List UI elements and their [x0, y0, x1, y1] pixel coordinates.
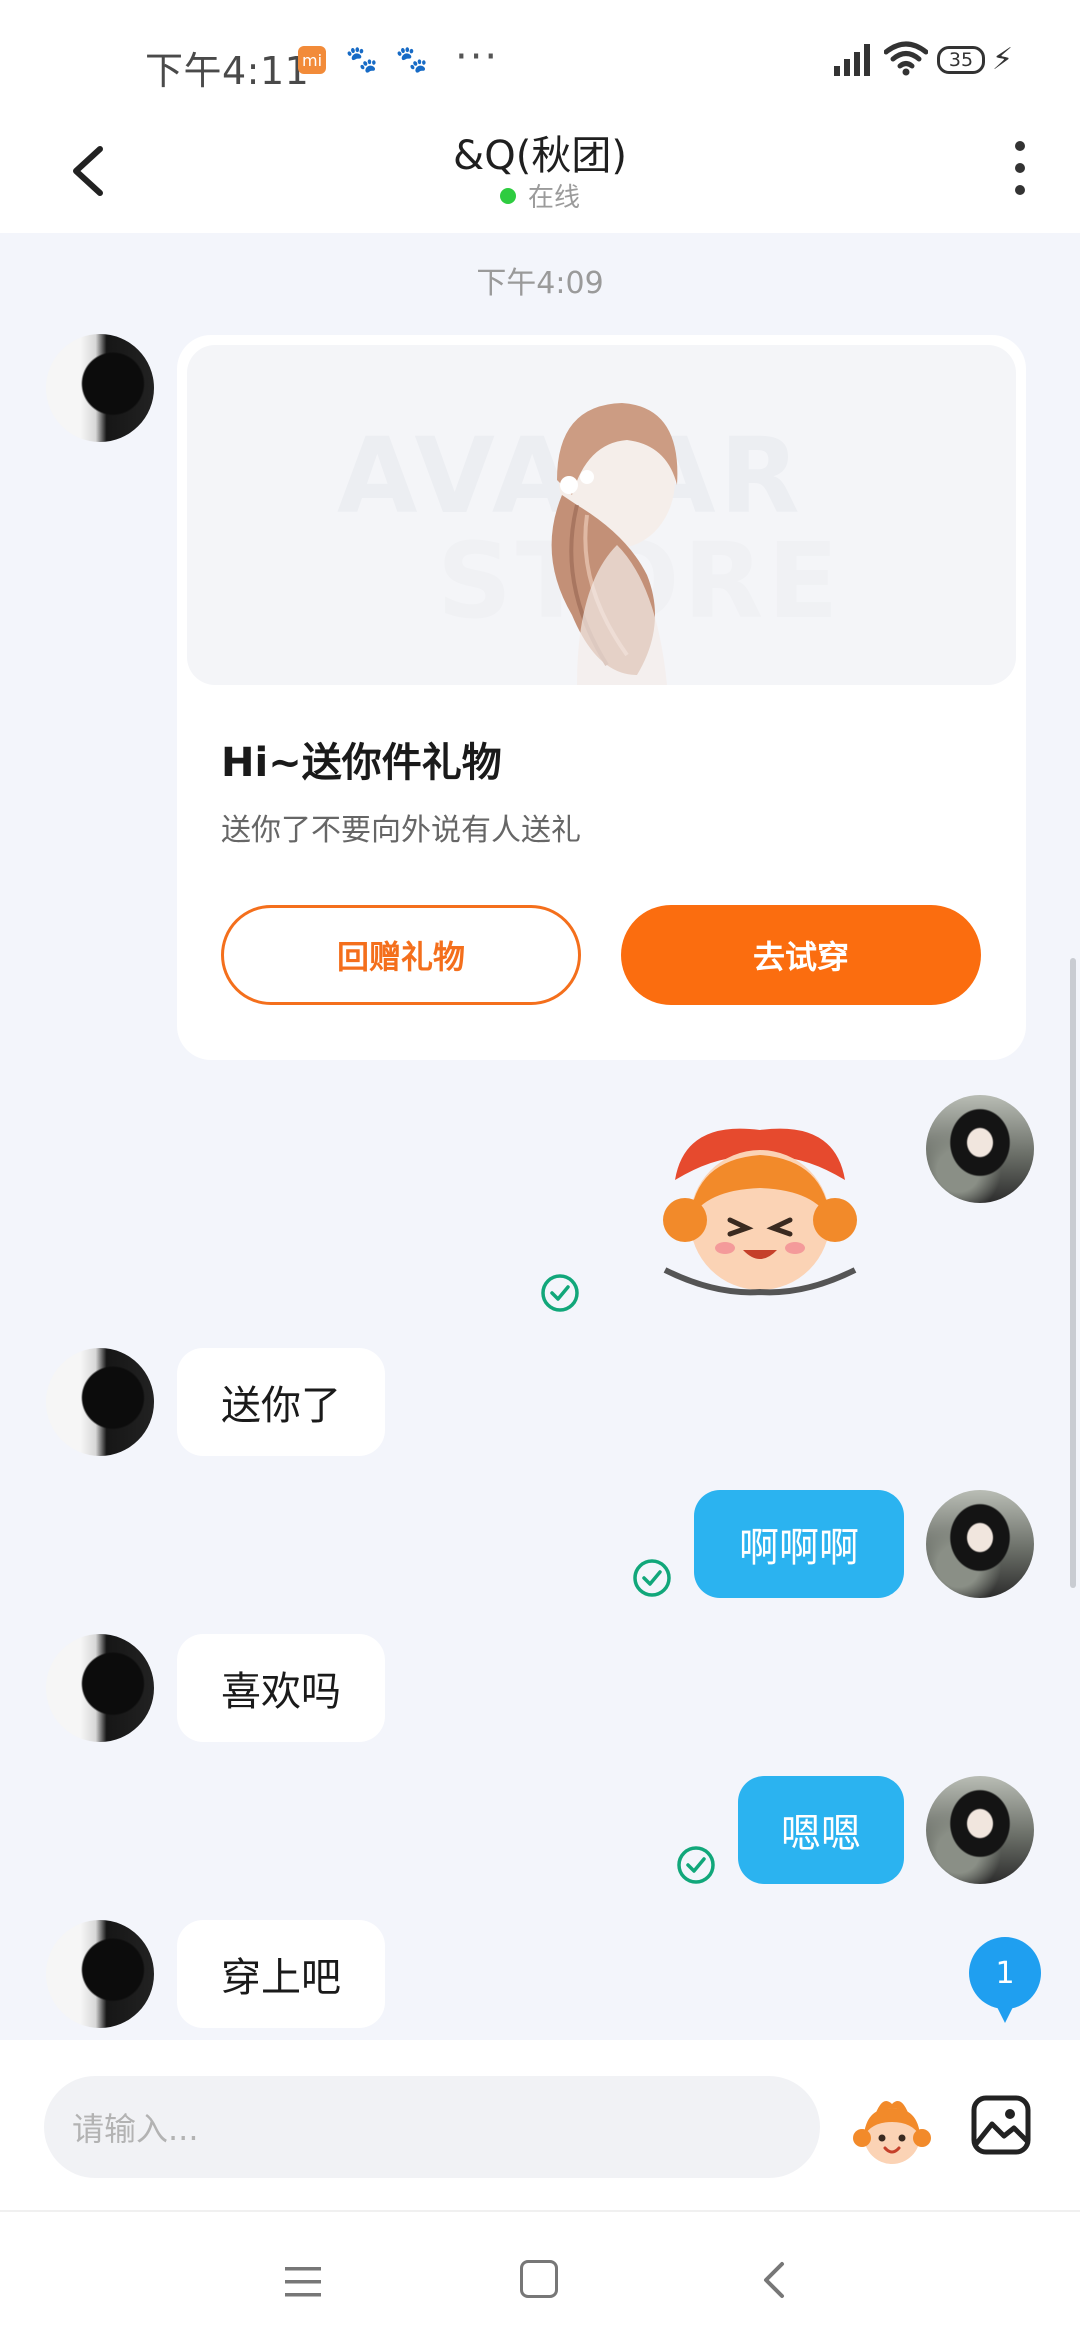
avatar[interactable]	[46, 1634, 154, 1742]
home-button[interactable]	[520, 2260, 558, 2298]
more-notifications-icon: ···	[455, 34, 500, 80]
chat-header: &Q(秋团) 在线	[0, 105, 1080, 233]
image-icon[interactable]	[970, 2094, 1032, 2156]
message-input[interactable]: 请输入...	[44, 2076, 820, 2178]
try-on-button[interactable]: 去试穿	[621, 905, 981, 1005]
signal-icon	[832, 42, 872, 86]
message-timestamp: 下午4:09	[476, 266, 604, 301]
avatar-me[interactable]	[926, 1776, 1034, 1884]
sticker-image[interactable]	[655, 1120, 865, 1300]
recent-apps-icon[interactable]	[283, 2264, 323, 2300]
message-bubble[interactable]: 喜欢吗	[177, 1634, 385, 1742]
mi-app-icon: mi	[298, 46, 326, 74]
read-check-icon	[633, 1559, 671, 1597]
status-time: 下午4:11	[145, 49, 310, 93]
charging-icon: ⚡	[992, 42, 1014, 77]
online-status: 在线	[0, 177, 1080, 214]
wifi-icon	[883, 40, 929, 80]
return-gift-button[interactable]: 回赠礼物	[221, 905, 581, 1005]
hairstyle-item-icon	[551, 403, 678, 685]
gift-card[interactable]: AVATAR STORE Hi~送你件礼物 送你了不要向外说有人送礼 回赠礼物 …	[177, 335, 1026, 1060]
avatar[interactable]	[46, 1920, 154, 2028]
gift-preview-image: AVATAR STORE	[187, 345, 1016, 685]
status-bar: 下午4:11 mi 🐾 🐾 ··· 35 ⚡	[0, 0, 1080, 105]
avatar[interactable]	[46, 1348, 154, 1456]
message-bubble[interactable]: 穿上吧	[177, 1920, 385, 2028]
message-bubble[interactable]: 送你了	[177, 1348, 385, 1456]
online-dot-icon	[499, 188, 516, 204]
avatar[interactable]	[46, 334, 154, 442]
baidu-icon: 🐾	[345, 45, 379, 75]
read-check-icon	[677, 1846, 715, 1884]
baidu-map-icon: 🐾	[395, 45, 429, 75]
my-message-bubble[interactable]: 啊啊啊	[694, 1490, 904, 1598]
message-input-bar: 请输入...	[0, 2040, 1080, 2210]
gift-description: 送你了不要向外说有人送礼	[221, 813, 581, 848]
battery-icon: 35	[937, 46, 985, 74]
system-nav-bar	[0, 2210, 1080, 2342]
more-options-button[interactable]	[1000, 133, 1040, 203]
unread-count-badge[interactable]: 1	[969, 1937, 1041, 2023]
my-message-bubble[interactable]: 嗯嗯	[738, 1776, 904, 1884]
read-check-icon	[541, 1274, 579, 1312]
online-status-label: 在线	[527, 183, 580, 213]
avatar-me[interactable]	[926, 1490, 1034, 1598]
contact-name: &Q(秋团)	[453, 133, 627, 179]
emoji-sticker-icon[interactable]	[852, 2090, 932, 2170]
gift-title: Hi~送你件礼物	[221, 740, 502, 786]
avatar-me[interactable]	[926, 1095, 1034, 1203]
chat-scrollbar[interactable]	[1070, 958, 1076, 1588]
system-back-icon[interactable]	[760, 2260, 790, 2300]
